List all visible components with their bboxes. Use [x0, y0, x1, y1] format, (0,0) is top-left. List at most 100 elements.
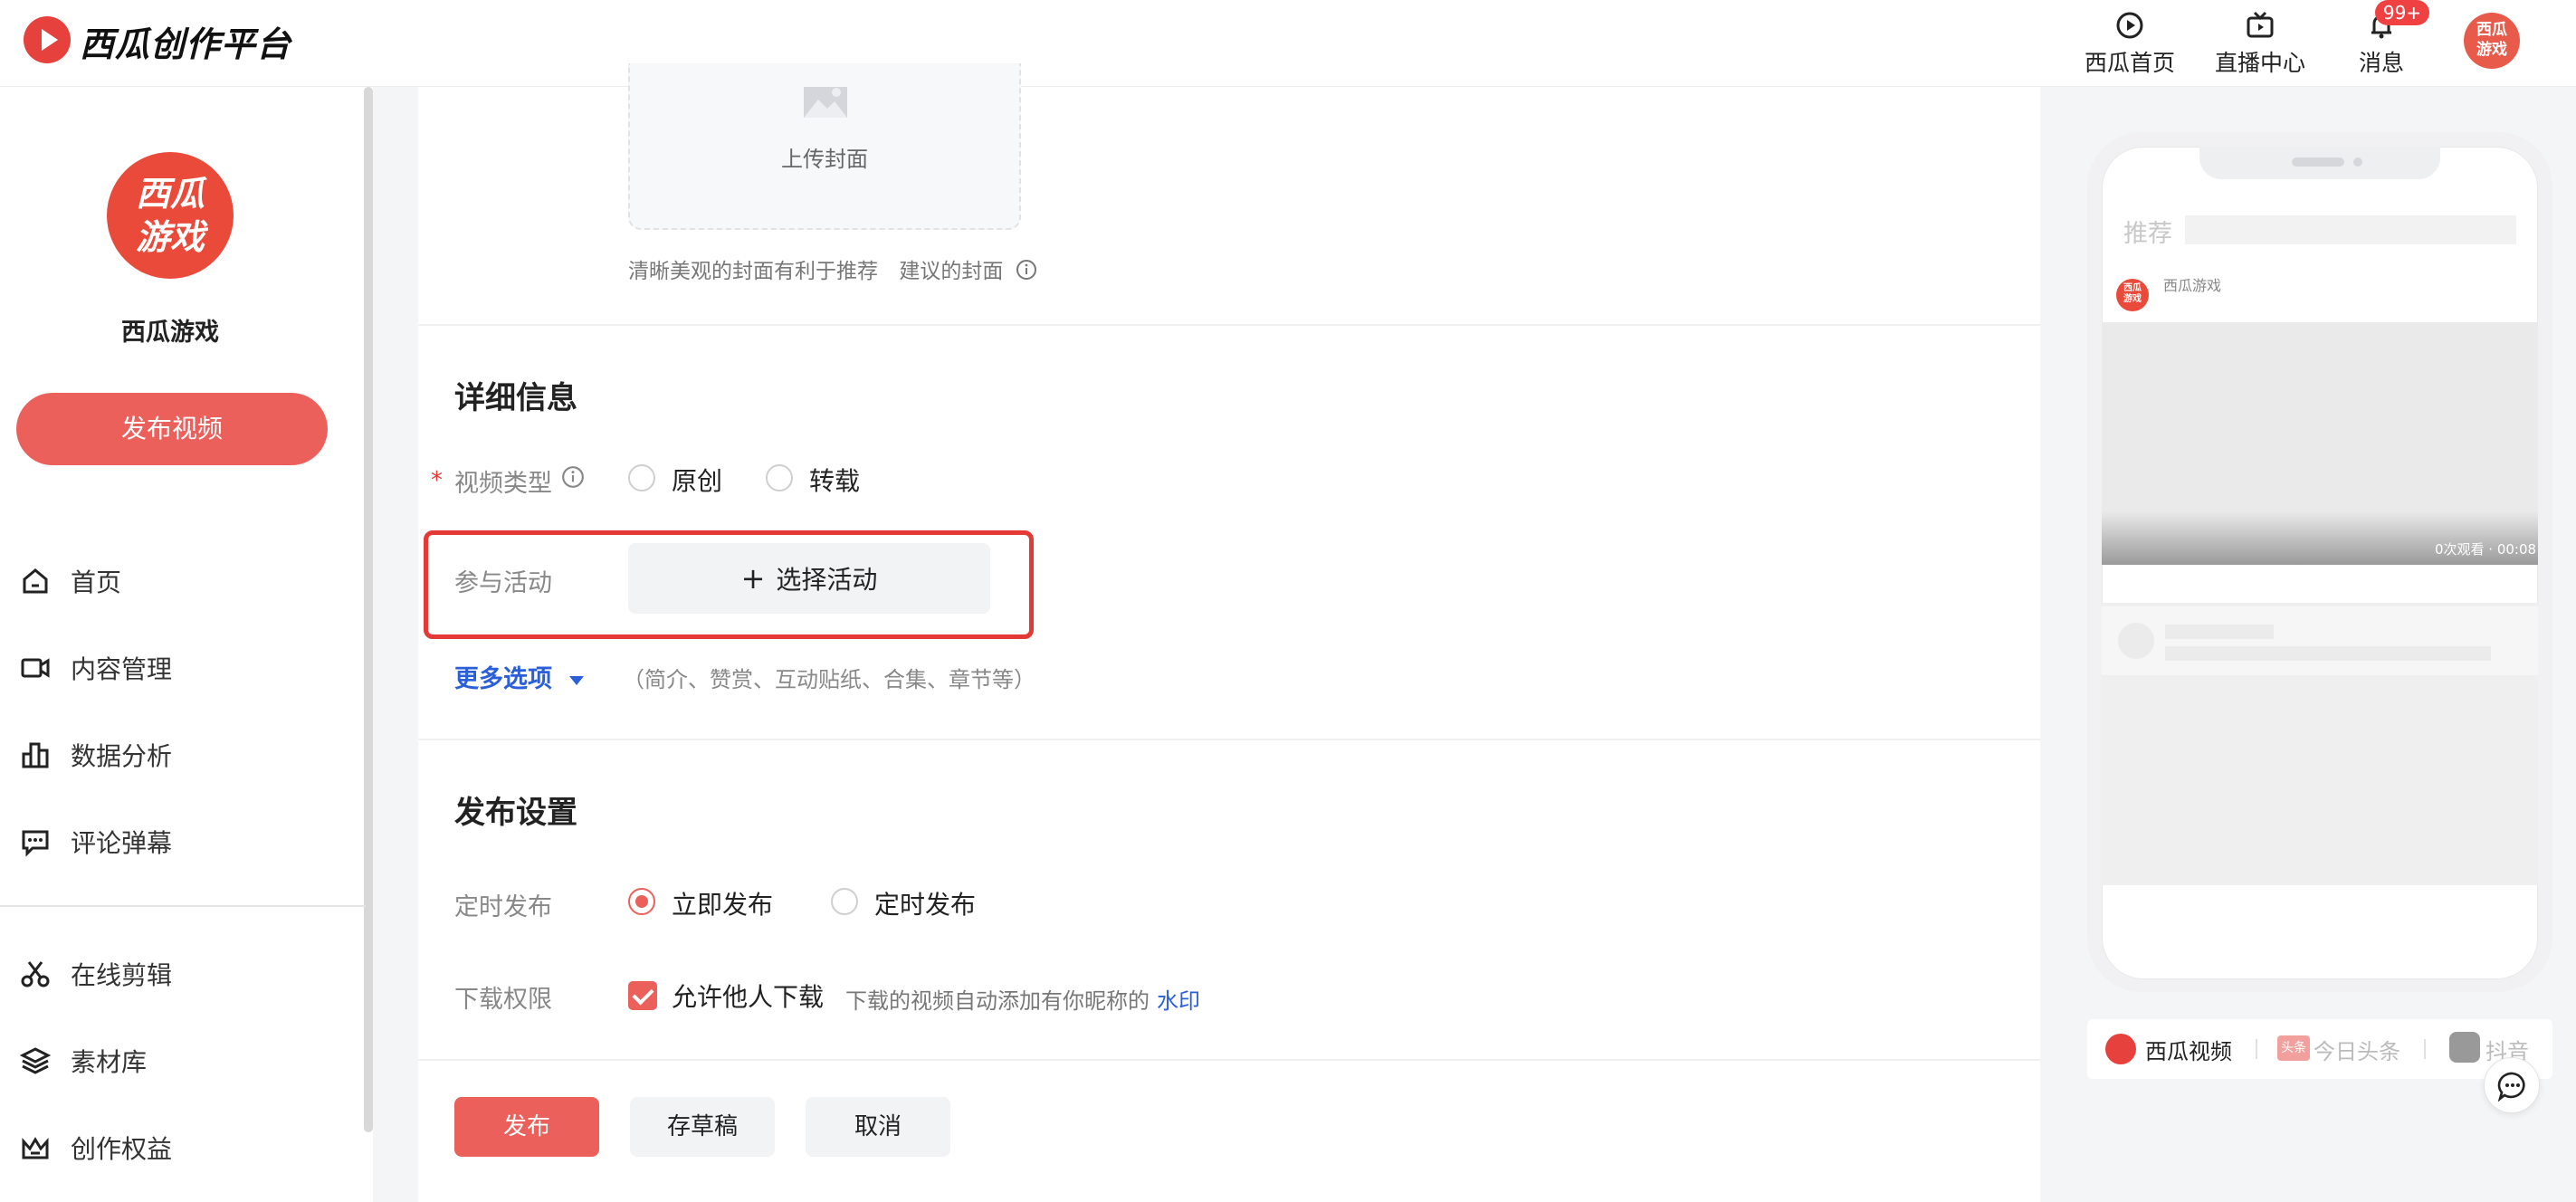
option-original-label[interactable]: 原创 — [672, 462, 722, 498]
sidebar-item-home[interactable]: 首页 — [20, 554, 355, 608]
sidebar-item-label: 创作权益 — [71, 1134, 173, 1164]
image-placeholder-icon — [800, 78, 851, 125]
caret-down-icon — [569, 675, 585, 685]
preview-channel-avatar: 西瓜 游戏 — [2116, 279, 2149, 311]
preview-recommend-label: 推荐 — [2123, 220, 2172, 248]
xigua-video-icon — [2105, 1034, 2136, 1064]
preview-feed-avatar — [2118, 623, 2154, 659]
chat-bubble-icon — [2497, 1071, 2528, 1105]
preview-channel-name: 西瓜游戏 — [2163, 277, 2222, 294]
sidebar-item-material-library[interactable]: 素材库 — [19, 1034, 355, 1088]
home-icon — [20, 566, 51, 596]
select-activity-button[interactable]: + 选择活动 — [628, 543, 990, 614]
sidebar-item-comments[interactable]: 评论弹幕 — [20, 815, 355, 869]
play-circle-icon — [2115, 11, 2144, 40]
section-divider — [418, 324, 2040, 326]
preview-search-bar — [2185, 215, 2516, 244]
camera-dot — [2353, 157, 2362, 167]
more-options-link[interactable]: 更多选项 — [454, 659, 585, 694]
option-repost-label[interactable]: 转载 — [809, 462, 860, 498]
nav-live-center[interactable]: 直播中心 — [2201, 11, 2319, 78]
download-permission-label: 下载权限 — [454, 986, 552, 1014]
nav-label: 消息 — [2358, 50, 2404, 76]
preview-feed-line — [2165, 625, 2274, 639]
preview-video-meta: 0次观看 · 00:08 — [2435, 541, 2537, 558]
option-scheduled-label[interactable]: 定时发布 — [874, 885, 976, 921]
sidebar-item-label: 数据分析 — [71, 741, 173, 771]
sidebar-item-online-edit[interactable]: 在线剪辑 — [20, 947, 355, 1001]
preview-feed-row — [2102, 606, 2538, 675]
sidebar-item-creator-benefits[interactable]: 创作权益 — [20, 1121, 355, 1175]
section-divider — [418, 1059, 2040, 1061]
more-options-label: 更多选项 — [454, 665, 552, 693]
video-type-label: 视频类型 — [454, 470, 552, 498]
message-count-badge: 99+ — [2375, 0, 2429, 25]
plus-icon: + — [740, 561, 766, 596]
info-icon[interactable] — [1016, 259, 1037, 286]
sidebar-item-analytics[interactable]: 数据分析 — [20, 728, 355, 782]
required-mark: * — [431, 467, 443, 494]
douyin-icon — [2449, 1032, 2480, 1063]
platform-tab-xigua[interactable]: 西瓜视频 — [2145, 1034, 2232, 1065]
crown-icon — [20, 1132, 51, 1163]
phone-notch — [2199, 147, 2440, 179]
speaker-grille — [2292, 157, 2344, 167]
nav-label: 西瓜首页 — [2084, 50, 2175, 76]
sidebar-scrollbar[interactable] — [364, 87, 373, 1132]
select-activity-label: 选择活动 — [776, 565, 878, 595]
download-hint: 下载的视频自动添加有你昵称的 — [845, 988, 1150, 1014]
platform-tabs: 西瓜视频 头条 今日头条 抖音 — [2087, 1019, 2552, 1079]
cover-hint-text: 清晰美观的封面有利于推荐 — [628, 260, 878, 283]
activity-label: 参与活动 — [454, 569, 552, 597]
scissors-icon — [20, 959, 51, 989]
more-options-hint: （简介、赞赏、互动贴纸、合集、章节等） — [623, 667, 1035, 692]
video-camera-icon — [20, 653, 51, 683]
bar-chart-icon — [20, 739, 51, 770]
schedule-label: 定时发布 — [454, 893, 552, 921]
allow-download-label[interactable]: 允许他人下载 — [672, 978, 824, 1014]
tab-divider — [2256, 1039, 2257, 1059]
preview-video-thumbnail — [2102, 322, 2538, 565]
sidebar-item-content[interactable]: 内容管理 — [20, 641, 355, 695]
details-section-title: 详细信息 — [454, 380, 577, 416]
sidebar-item-label: 首页 — [71, 568, 122, 597]
nav-label: 直播中心 — [2214, 50, 2305, 76]
layers-icon — [19, 1045, 52, 1076]
radio-original[interactable] — [628, 464, 655, 491]
channel-avatar[interactable]: 西瓜 游戏 — [107, 152, 234, 279]
sidebar-item-label: 评论弹幕 — [71, 828, 173, 858]
cancel-button[interactable]: 取消 — [806, 1097, 950, 1157]
platform-tab-toutiao[interactable]: 今日头条 — [2314, 1034, 2400, 1065]
sidebar-item-label: 内容管理 — [71, 654, 173, 684]
sidebar-divider — [0, 905, 366, 907]
section-divider — [418, 739, 2040, 740]
channel-avatar-text: 西瓜 游戏 — [135, 174, 205, 257]
watermark-link[interactable]: 水印 — [1157, 983, 1200, 1015]
cover-hint: 清晰美观的封面有利于推荐 建议的封面 — [628, 253, 1037, 284]
user-avatar[interactable]: 西瓜 游戏 — [2464, 13, 2520, 69]
allow-download-checkbox[interactable] — [628, 981, 657, 1010]
toutiao-icon: 头条 — [2277, 1035, 2310, 1061]
comment-icon — [20, 826, 51, 857]
upload-cover-label: 上传封面 — [781, 147, 868, 172]
xigua-logo-icon[interactable] — [24, 16, 71, 63]
save-draft-button[interactable]: 存草稿 — [630, 1097, 775, 1157]
nav-xigua-home[interactable]: 西瓜首页 — [2071, 11, 2189, 78]
publish-video-button[interactable]: 发布视频 — [16, 393, 328, 465]
top-header: 西瓜创作平台 西瓜首页 直播中心 消息 99+ 西瓜 游戏 — [0, 0, 2576, 87]
avatar-text: 西瓜 游戏 — [2476, 21, 2507, 59]
radio-repost[interactable] — [766, 464, 793, 491]
suggested-cover-link[interactable]: 建议的封面 — [899, 260, 1003, 283]
publish-button[interactable]: 发布 — [454, 1097, 599, 1157]
radio-publish-now[interactable] — [628, 888, 655, 915]
feedback-chat-button[interactable] — [2484, 1057, 2540, 1113]
option-publish-now-label[interactable]: 立即发布 — [672, 885, 773, 921]
info-icon[interactable] — [561, 465, 585, 492]
sidebar-item-label: 素材库 — [71, 1047, 148, 1077]
publish-settings-title: 发布设置 — [454, 795, 577, 831]
radio-scheduled[interactable] — [831, 888, 858, 915]
preview-feed-placeholder — [2102, 603, 2538, 885]
platform-title[interactable]: 西瓜创作平台 — [80, 16, 291, 66]
preview-feed-line — [2165, 646, 2491, 661]
tv-icon — [2246, 11, 2275, 40]
